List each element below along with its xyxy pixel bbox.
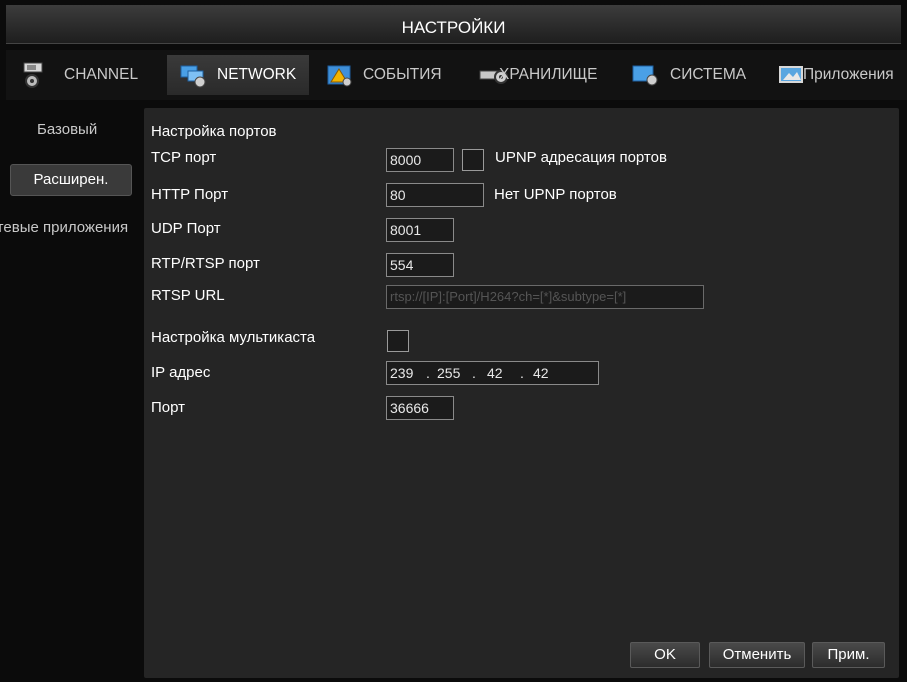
ip-address-label: IP адрес [151, 364, 211, 381]
tab-bar: CHANNEL NETWORK СОБЫТИЯ ХРАНИЛИЩЕ СИСТЕМ… [6, 50, 907, 100]
tab-storage[interactable]: ХРАНИЛИЩЕ [477, 55, 616, 95]
no-upnp-label: Нет UPNP портов [494, 186, 617, 203]
window-title: НАСТРОЙКИ [6, 5, 901, 44]
settings-window: НАСТРОЙКИ CHANNEL NETWORK СОБЫТИЯ ХРАНИЛ… [0, 0, 907, 682]
apply-button[interactable]: Прим. [812, 642, 885, 668]
sidebar-item-basic[interactable]: Базовый [37, 121, 97, 138]
multicast-port-field[interactable]: 36666 [386, 396, 454, 420]
tcp-port-field[interactable]: 8000 [386, 148, 454, 172]
tab-system[interactable]: СИСТЕМА [628, 55, 768, 95]
tab-label: СОБЫТИЯ [363, 66, 442, 83]
ok-button[interactable]: OK [630, 642, 700, 668]
udp-port-field[interactable]: 8001 [386, 218, 454, 242]
tab-events[interactable]: СОБЫТИЯ [323, 55, 463, 95]
cancel-button[interactable]: Отменить [709, 642, 805, 668]
rtsp-url-field: rtsp://[IP]:[Port]/H264?ch=[*]&subtype=[… [386, 285, 704, 309]
tab-channel[interactable]: CHANNEL [8, 55, 156, 95]
ip-octet: 42 [533, 365, 549, 381]
sidebar-item-label: Сетевые приложения [0, 219, 129, 236]
system-icon [632, 65, 658, 86]
camera-icon [23, 62, 43, 88]
ip-address-field[interactable]: 239 . 255 . 42 . 42 [386, 361, 599, 385]
tab-label: ХРАНИЛИЩЕ [499, 66, 598, 83]
sidebar: Базовый Расширен. Сетевые приложения [0, 108, 140, 682]
ip-octet: 255 [437, 365, 461, 381]
tab-network[interactable]: NETWORK [167, 55, 309, 95]
apps-icon [779, 66, 803, 83]
http-port-field[interactable]: 80 [386, 183, 484, 207]
tab-label: Приложения [803, 66, 894, 83]
ip-separator: . [426, 365, 430, 381]
multicast-checkbox[interactable] [387, 330, 409, 352]
http-port-label: HTTP Порт [151, 186, 229, 203]
advanced-settings-panel: Настройка портов TCP порт 8000 UPNP адре… [144, 108, 899, 678]
tcp-port-label: TCP порт [151, 149, 217, 166]
upnp-label: UPNP адресация портов [495, 149, 667, 166]
ip-separator: . [520, 365, 524, 381]
multicast-label: Настройка мультикаста [151, 329, 316, 346]
ip-octet: 239 [390, 365, 414, 381]
upnp-checkbox[interactable] [462, 149, 484, 171]
tab-apps[interactable]: Приложения [779, 55, 907, 95]
rtsp-url-label: RTSP URL [151, 287, 225, 304]
ip-separator: . [472, 365, 476, 381]
sidebar-item-advanced[interactable]: Расширен. [10, 164, 132, 196]
rtsp-port-label: RTP/RTSP порт [151, 255, 260, 272]
udp-port-label: UDP Порт [151, 220, 221, 237]
rtsp-port-field[interactable]: 554 [386, 253, 454, 277]
network-icon [180, 65, 206, 88]
tab-label: CHANNEL [64, 66, 139, 83]
ip-octet: 42 [487, 365, 503, 381]
sidebar-item-net-apps[interactable]: Сетевые приложения [0, 219, 138, 236]
multicast-port-label: Порт [151, 399, 186, 416]
tab-label: СИСТЕМА [670, 66, 747, 83]
alarm-icon [327, 65, 352, 87]
tab-label: NETWORK [217, 66, 297, 83]
section-title: Настройка портов [151, 123, 277, 140]
